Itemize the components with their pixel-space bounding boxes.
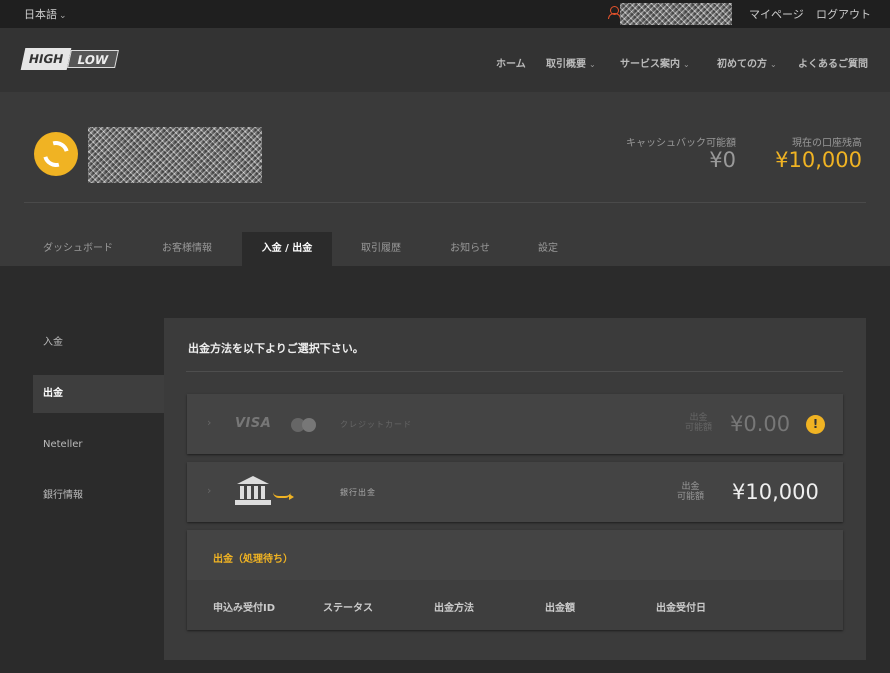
- visa-logo: VISA: [235, 416, 272, 431]
- pending-title: 出金（処理待ち）: [213, 554, 293, 565]
- chevron-down-icon: ⌄: [770, 60, 777, 69]
- nav-trading-overview-label: 取引概要: [546, 59, 586, 70]
- sidebar-item-withdraw[interactable]: 出金: [33, 375, 164, 413]
- chevron-right-icon: ›: [207, 416, 212, 429]
- nav-home-label: ホーム: [496, 59, 526, 70]
- arrow-icon: [273, 492, 294, 500]
- sidebar-item-bank-info[interactable]: 銀行情報: [33, 477, 164, 515]
- column-header: 申込み受付ID: [213, 603, 276, 614]
- method-label: クレジットカード: [340, 420, 412, 429]
- divider: [186, 371, 843, 372]
- available-label-line1: 出金: [681, 482, 700, 492]
- language-label: 日本語: [24, 8, 57, 21]
- cashback-value: ¥0: [709, 148, 736, 172]
- logout-link[interactable]: ログアウト: [816, 6, 871, 22]
- bank-icon: [235, 476, 271, 506]
- divider: [24, 202, 866, 203]
- available-amount: ¥0.00: [730, 412, 791, 436]
- pending-withdrawals: 出金（処理待ち） 申込み受付ID ステータス 出金方法 出金額 出金受付日: [187, 530, 843, 630]
- available-label-line2: 可能額: [677, 492, 705, 502]
- method-credit-card[interactable]: › VISA クレジットカード 出金 可能額 ¥0.00 !: [187, 394, 843, 454]
- nav-home[interactable]: ホーム: [496, 55, 526, 70]
- available-label-line1: 出金: [689, 413, 708, 423]
- column-header: 出金額: [545, 603, 575, 614]
- chevron-right-icon: ›: [207, 484, 212, 497]
- column-header: 出金方法: [434, 603, 474, 614]
- nav-beginners[interactable]: 初めての方 ⌄: [717, 55, 777, 70]
- page-title: 出金方法を以下よりご選択下さい。: [188, 342, 364, 355]
- balance-value: ¥10,000: [775, 148, 862, 172]
- nav-faq-label: よくあるご質問: [798, 59, 868, 70]
- mypage-link[interactable]: マイページ: [749, 6, 804, 22]
- logo[interactable]: HIGH LOW: [20, 48, 119, 70]
- avatar: [34, 132, 78, 176]
- chevron-down-icon: ⌄: [683, 60, 690, 69]
- refresh-icon: [38, 136, 74, 172]
- tab-notices[interactable]: お知らせ: [432, 232, 508, 266]
- sidebar-item-deposit[interactable]: 入金: [33, 324, 164, 362]
- tab-dashboard[interactable]: ダッシュボード: [24, 232, 132, 266]
- nav-services-label: サービス案内: [620, 59, 680, 70]
- top-bar: 日本語 ⌄ マイページ ログアウト: [0, 0, 890, 28]
- chevron-down-icon: ⌄: [589, 60, 596, 69]
- logo-low: LOW: [67, 50, 119, 68]
- sidebar-item-neteller[interactable]: Neteller: [33, 426, 164, 464]
- withdraw-panel: 出金方法を以下よりご選択下さい。 › VISA クレジットカード 出金 可能額 …: [164, 318, 866, 660]
- table-header: 申込み受付ID ステータス 出金方法 出金額 出金受付日: [187, 580, 843, 630]
- method-bank[interactable]: › 銀行出金 出金 可能額 ¥10,000: [187, 462, 843, 522]
- nav-beginners-label: 初めての方: [717, 59, 767, 70]
- tab-trade-history[interactable]: 取引履歴: [342, 232, 420, 266]
- language-selector[interactable]: 日本語 ⌄: [24, 6, 67, 22]
- available-amount: ¥10,000: [732, 480, 819, 504]
- logo-high: HIGH: [20, 48, 72, 70]
- available-label-line2: 可能額: [685, 423, 713, 433]
- tab-customer-info[interactable]: お客様情報: [140, 232, 234, 266]
- available-label: 出金 可能額: [685, 413, 712, 433]
- mastercard-icon: [291, 418, 317, 432]
- column-header: ステータス: [323, 603, 373, 614]
- tab-deposit-withdraw[interactable]: 入金 / 出金: [242, 232, 332, 266]
- warning-icon[interactable]: !: [806, 415, 825, 434]
- column-header: 出金受付日: [656, 603, 706, 614]
- balance-label: 現在の口座残高: [792, 138, 862, 149]
- nav-faq[interactable]: よくあるご質問: [798, 55, 868, 70]
- method-label: 銀行出金: [340, 488, 376, 497]
- nav-services[interactable]: サービス案内 ⌄: [620, 55, 690, 70]
- user-icon: [607, 5, 621, 21]
- tab-settings[interactable]: 設定: [518, 232, 578, 266]
- main-nav: HIGH LOW ホーム 取引概要 ⌄ サービス案内 ⌄ 初めての方 ⌄ よくあるご質…: [0, 28, 890, 92]
- chevron-down-icon: ⌄: [59, 11, 67, 21]
- redacted-username: [620, 3, 732, 25]
- redacted-account-name: [88, 127, 262, 183]
- available-label: 出金 可能額: [677, 482, 704, 502]
- nav-trading-overview[interactable]: 取引概要 ⌄: [546, 55, 596, 70]
- cashback-label: キャッシュバック可能額: [626, 138, 736, 149]
- account-header: キャッシュバック可能額 ¥0 現在の口座残高 ¥10,000 ダッシュボード お…: [0, 92, 890, 266]
